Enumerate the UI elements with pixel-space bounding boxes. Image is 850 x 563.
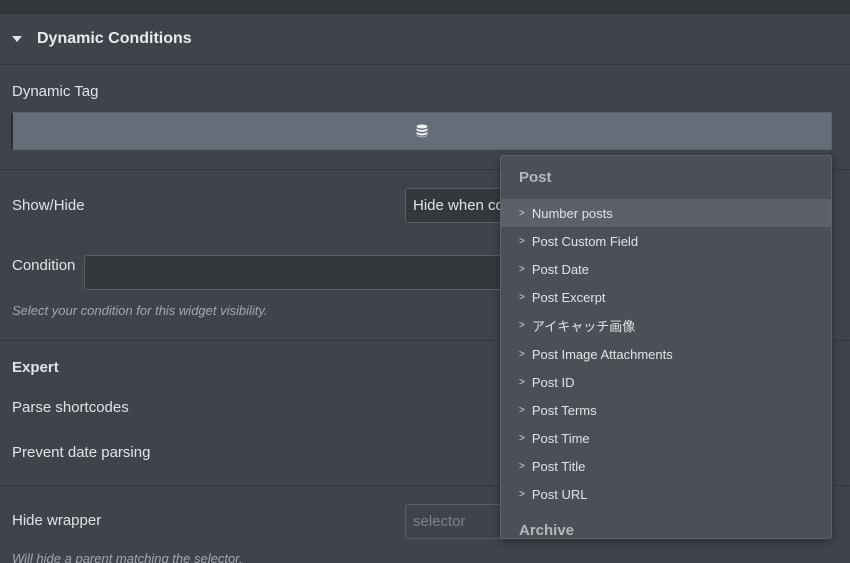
chevron-right-icon: >: [519, 376, 525, 388]
dropdown-item-label: Post ID: [531, 374, 575, 390]
selector-placeholder: selector: [413, 513, 466, 530]
dropdown-item-label: Post Time: [531, 431, 590, 447]
caret-down-icon: [12, 36, 22, 42]
dropdown-item-label: Post Image Attachments: [531, 346, 673, 362]
condition-select[interactable]: [84, 255, 515, 290]
prevent-date-parsing-label: Prevent date parsing: [12, 444, 151, 461]
dropdown-item[interactable]: > Number posts: [501, 199, 831, 228]
dropdown-item[interactable]: > Post URL: [501, 481, 831, 509]
dynamic-tag-button[interactable]: [11, 112, 832, 150]
dropdown-item-label: Post Custom Field: [531, 233, 639, 249]
show-hide-label: Show/Hide: [12, 197, 85, 214]
dropdown-item[interactable]: > Post Time: [501, 425, 831, 453]
dropdown-item-label: Post Terms: [531, 402, 597, 418]
dropdown-item[interactable]: > Post Title: [501, 453, 831, 481]
chevron-right-icon: >: [519, 207, 525, 219]
chevron-right-icon: >: [519, 461, 525, 473]
section-header-dynamic-conditions[interactable]: Dynamic Conditions: [0, 14, 850, 65]
chevron-right-icon: >: [519, 292, 525, 304]
hide-wrapper-help-text: Will hide a parent matching the selector…: [12, 551, 243, 563]
chevron-right-icon: >: [519, 489, 525, 501]
dropdown-item[interactable]: > Post Image Attachments: [501, 340, 831, 368]
dynamic-tag-dropdown[interactable]: Post > Number posts > Post Custom Field > Pos…: [500, 155, 832, 539]
section-title: Dynamic Conditions: [37, 30, 192, 47]
dropdown-item[interactable]: > Post Custom Field: [501, 227, 831, 255]
dropdown-item[interactable]: > Post ID: [501, 368, 831, 396]
show-hide-value: Hide when co: [413, 197, 504, 214]
dropdown-group-archive: Archive: [519, 521, 575, 539]
dropdown-item[interactable]: > Post Date: [501, 255, 831, 283]
dropdown-item-label: Post Title: [531, 459, 586, 475]
chevron-right-icon: >: [519, 235, 525, 247]
dropdown-item-label: Post Excerpt: [531, 290, 606, 306]
dropdown-item-label: Post URL: [531, 487, 588, 503]
condition-label: Condition: [12, 257, 76, 274]
dropdown-item[interactable]: > アイキャッチ画像: [501, 312, 831, 340]
chevron-right-icon: >: [519, 404, 525, 416]
hide-wrapper-label: Hide wrapper: [12, 512, 102, 529]
chevron-right-icon: >: [519, 348, 525, 360]
dynamic-tag-label: Dynamic Tag: [12, 83, 99, 100]
dropdown-item[interactable]: > Post Excerpt: [501, 284, 831, 312]
dropdown-item-label: Post Date: [531, 261, 589, 277]
show-hide-select[interactable]: Hide when co: [405, 188, 515, 223]
dropdown-item-label: アイキャッチ画像: [531, 319, 636, 335]
chevron-right-icon: >: [519, 320, 525, 332]
top-bar: [0, 0, 850, 14]
parse-shortcodes-label: Parse shortcodes: [12, 399, 129, 416]
condition-help-text: Select your condition for this widget vi…: [12, 303, 268, 318]
hide-wrapper-input[interactable]: selector: [405, 504, 515, 539]
chevron-right-icon: >: [519, 263, 525, 275]
chevron-right-icon: >: [519, 433, 525, 445]
dropdown-item[interactable]: > Post Terms: [501, 396, 831, 424]
dropdown-group-post: Post: [519, 169, 552, 186]
database-icon: [416, 124, 428, 138]
expert-heading: Expert: [12, 359, 59, 376]
dropdown-item-label: Number posts: [531, 205, 613, 221]
